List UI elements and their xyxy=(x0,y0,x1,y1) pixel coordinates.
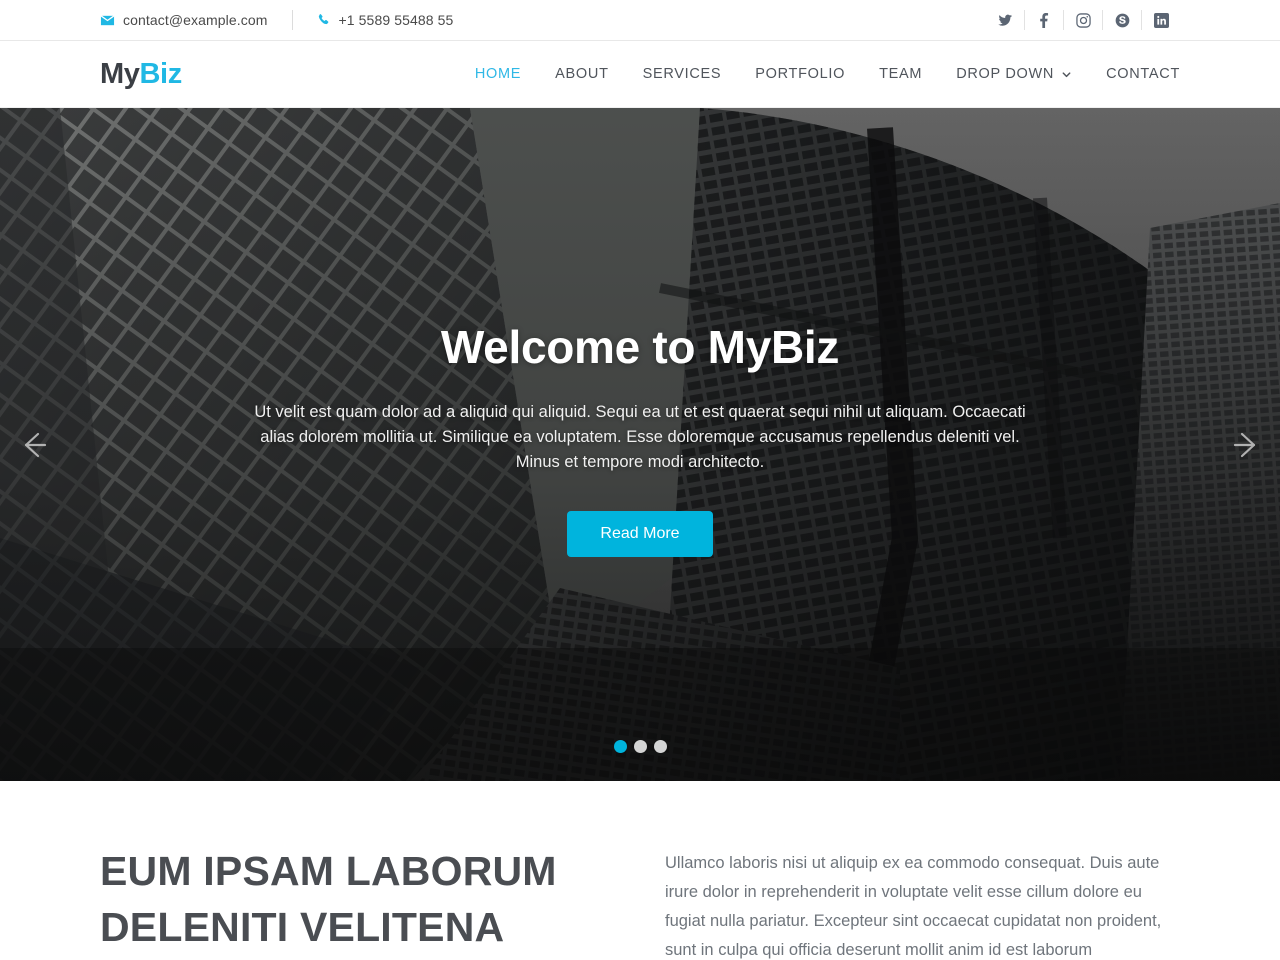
logo-primary-text: My xyxy=(100,57,140,90)
skype-icon[interactable] xyxy=(1103,0,1141,41)
twitter-icon[interactable] xyxy=(986,0,1024,41)
nav-item-contact[interactable]: CONTACT xyxy=(1089,66,1180,82)
carousel-next-arrow-icon[interactable] xyxy=(1220,419,1272,471)
nav-label: DROP DOWN xyxy=(956,66,1055,82)
carousel-dot-2[interactable] xyxy=(633,740,647,753)
phone-icon xyxy=(317,13,331,27)
about-body-column: Ullamco laboris nisi ut aliquip ex ea co… xyxy=(665,843,1180,960)
nav-label: CONTACT xyxy=(1106,66,1180,82)
contact-phone[interactable]: +1 5589 55488 55 xyxy=(317,12,454,28)
logo-accent-text: Biz xyxy=(139,57,183,90)
hero-content: Welcome to MyBiz Ut velit est quam dolor… xyxy=(0,108,1280,781)
site-logo[interactable]: MyBiz xyxy=(100,58,182,91)
hero-carousel: Welcome to MyBiz Ut velit est quam dolor… xyxy=(0,108,1280,781)
top-bar-contacts: contact@example.com +1 5589 55488 55 xyxy=(100,10,453,30)
main-navigation: HOME ABOUT SERVICES PORTFOLIO TEAM DROP … xyxy=(458,66,1180,82)
carousel-indicators xyxy=(0,740,1280,753)
nav-label: ABOUT xyxy=(555,66,609,82)
nav-label: TEAM xyxy=(879,66,923,82)
nav-item-drop-down[interactable]: DROP DOWN xyxy=(939,66,1089,82)
contact-phone-text: +1 5589 55488 55 xyxy=(338,12,454,28)
linkedin-icon[interactable] xyxy=(1142,0,1180,41)
about-body-text: Ullamco laboris nisi ut aliquip ex ea co… xyxy=(665,854,1162,959)
about-section: EUM IPSAM LABORUM DELENITI VELITENA Ulla… xyxy=(0,781,1280,960)
instagram-icon[interactable] xyxy=(1064,0,1102,41)
nav-item-portfolio[interactable]: PORTFOLIO xyxy=(738,66,862,82)
contact-email-text: contact@example.com xyxy=(123,12,268,28)
nav-item-about[interactable]: ABOUT xyxy=(538,66,625,82)
read-more-button[interactable]: Read More xyxy=(567,511,713,557)
nav-item-services[interactable]: SERVICES xyxy=(626,66,739,82)
nav-label: PORTFOLIO xyxy=(755,66,846,82)
contact-divider xyxy=(291,10,293,30)
carousel-dot-1[interactable] xyxy=(613,740,627,753)
about-heading-column: EUM IPSAM LABORUM DELENITI VELITENA xyxy=(100,843,620,960)
site-header: MyBiz HOME ABOUT SERVICES PORTFOLIO TEAM… xyxy=(0,41,1280,108)
carousel-prev-arrow-icon[interactable] xyxy=(8,419,60,471)
chevron-down-icon xyxy=(1061,69,1072,80)
facebook-icon[interactable] xyxy=(1025,0,1063,41)
hero-description: Ut velit est quam dolor ad a aliquid qui… xyxy=(254,403,1026,471)
social-links xyxy=(986,0,1180,41)
carousel-dot-3[interactable] xyxy=(653,740,667,753)
envelope-icon xyxy=(100,13,115,28)
about-heading: EUM IPSAM LABORUM DELENITI VELITENA xyxy=(100,848,557,950)
nav-item-home[interactable]: HOME xyxy=(458,66,538,82)
contact-email[interactable]: contact@example.com xyxy=(100,12,268,28)
hero-title: Welcome to MyBiz xyxy=(440,321,840,373)
nav-item-team[interactable]: TEAM xyxy=(862,66,939,82)
nav-label: SERVICES xyxy=(642,66,722,82)
top-bar: contact@example.com +1 5589 55488 55 xyxy=(0,0,1280,41)
nav-label: HOME xyxy=(474,66,522,82)
